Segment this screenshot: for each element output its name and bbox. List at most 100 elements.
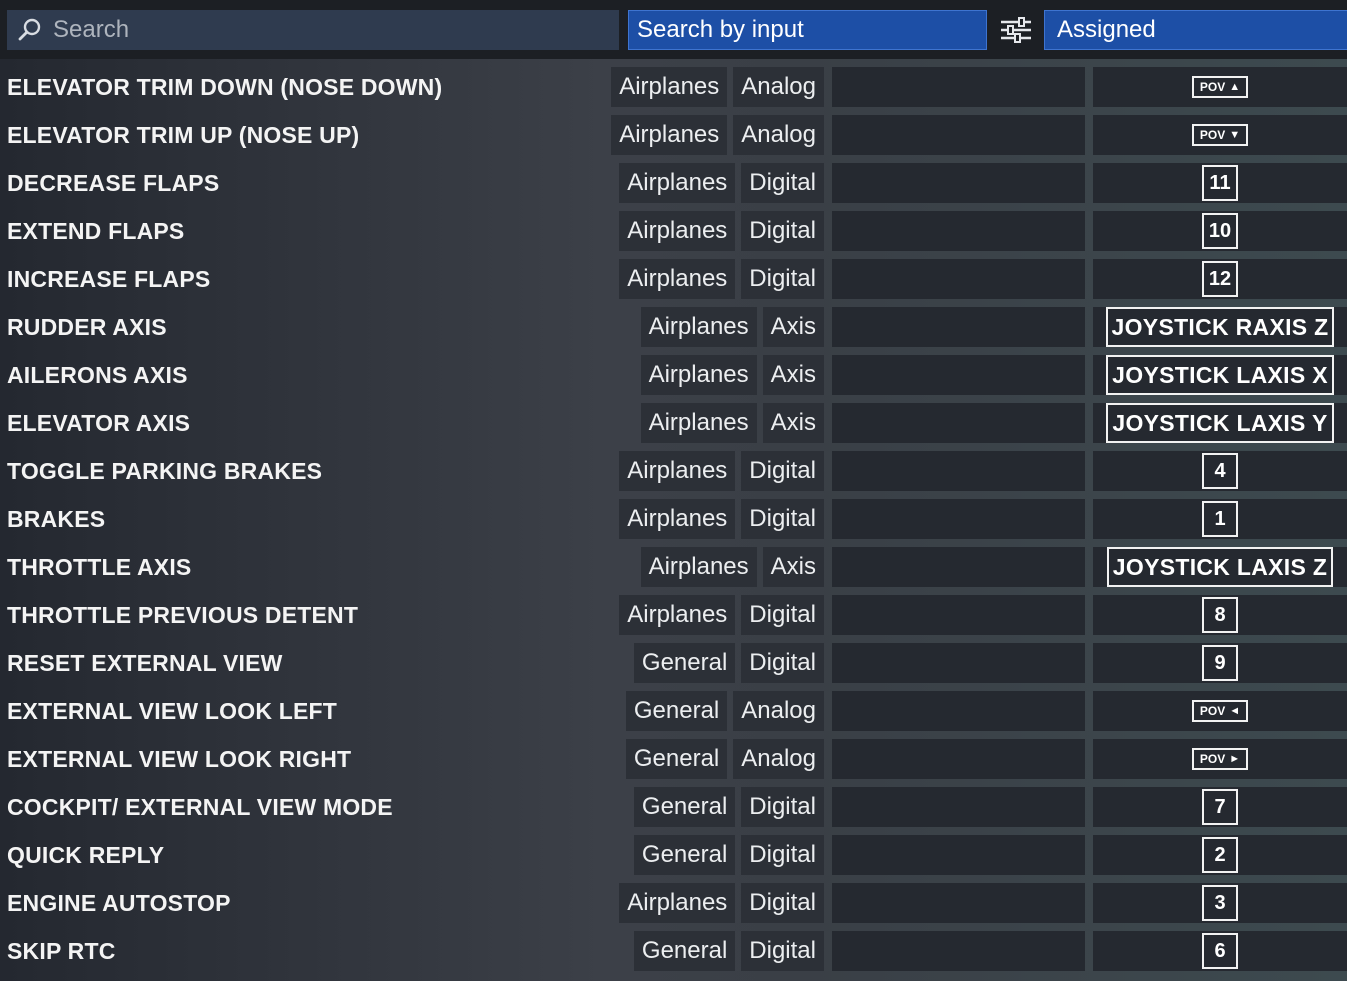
- input-type-tag: Axis: [762, 307, 824, 347]
- primary-binding-slot[interactable]: [832, 691, 1085, 731]
- action-name: DECREASE FLAPS: [7, 170, 220, 196]
- secondary-binding-slot[interactable]: 7: [1093, 787, 1347, 827]
- binding-row[interactable]: ELEVATOR TRIM DOWN (NOSE DOWN) Airplanes A…: [0, 63, 1347, 111]
- action-tags: Airplanes Axis: [640, 307, 824, 347]
- input-type-tag: Digital: [741, 883, 824, 923]
- primary-binding-slot[interactable]: [832, 115, 1085, 155]
- assigned-filter-dropdown[interactable]: Assigned: [1044, 10, 1347, 50]
- action-name: ELEVATOR TRIM DOWN (NOSE DOWN): [7, 74, 443, 100]
- secondary-binding-slot[interactable]: 4: [1093, 451, 1347, 491]
- binding-row[interactable]: COCKPIT/ EXTERNAL VIEW MODE General Digita…: [0, 783, 1347, 831]
- secondary-binding-slot[interactable]: 6: [1093, 931, 1347, 971]
- secondary-binding-slot[interactable]: 3: [1093, 883, 1347, 923]
- secondary-binding-slot[interactable]: 8: [1093, 595, 1347, 635]
- secondary-binding-slot[interactable]: POV ▼: [1093, 115, 1347, 155]
- primary-binding-slot[interactable]: [832, 547, 1085, 587]
- primary-binding-slot[interactable]: [832, 931, 1085, 971]
- binding-row[interactable]: RESET EXTERNAL VIEW General Digital 9: [0, 639, 1347, 687]
- primary-binding-slot[interactable]: [832, 883, 1085, 923]
- binding-row[interactable]: EXTERNAL VIEW LOOK RIGHT General Analog POV…: [0, 735, 1347, 783]
- search-box[interactable]: [7, 10, 619, 50]
- binding-row[interactable]: RUDDER AXIS Airplanes Axis JOYSTICK RAXIS Z: [0, 303, 1347, 351]
- action-name: TOGGLE PARKING BRAKES: [7, 458, 323, 484]
- binding-row[interactable]: ELEVATOR TRIM UP (NOSE UP) Airplanes Analo…: [0, 111, 1347, 159]
- button-key-badge: 1: [1202, 501, 1238, 537]
- primary-binding-slot[interactable]: [832, 499, 1085, 539]
- primary-binding-slot[interactable]: [832, 307, 1085, 347]
- primary-binding-slot[interactable]: [832, 835, 1085, 875]
- primary-binding-slot[interactable]: [832, 403, 1085, 443]
- primary-binding-slot[interactable]: [832, 67, 1085, 107]
- binding-row[interactable]: THROTTLE AXIS Airplanes Axis JOYSTICK LAXIS…: [0, 543, 1347, 591]
- secondary-binding-slot[interactable]: JOYSTICK RAXIS Z: [1093, 307, 1347, 347]
- primary-binding-slot[interactable]: [832, 355, 1085, 395]
- primary-binding-slot[interactable]: [832, 739, 1085, 779]
- secondary-binding-slot[interactable]: 1: [1093, 499, 1347, 539]
- primary-binding-slot[interactable]: [832, 595, 1085, 635]
- binding-row[interactable]: ENGINE AUTOSTOP Airplanes Digital 3: [0, 879, 1347, 927]
- binding-row[interactable]: DECREASE FLAPS Airplanes Digital 11: [0, 159, 1347, 207]
- binding-row[interactable]: BRAKES Airplanes Digital 1: [0, 495, 1347, 543]
- binding-row[interactable]: SKIP RTC General Digital 6: [0, 927, 1347, 975]
- category-tag: Airplanes: [619, 211, 736, 251]
- secondary-binding-slot[interactable]: 11: [1093, 163, 1347, 203]
- binding-row[interactable]: EXTERNAL VIEW LOOK LEFT General Analog POV ◄: [0, 687, 1347, 735]
- secondary-binding-slot[interactable]: JOYSTICK LAXIS X: [1093, 355, 1347, 395]
- input-type-tag: Analog: [733, 115, 824, 155]
- input-type-tag: Digital: [741, 643, 824, 683]
- secondary-binding-slot[interactable]: POV ◄: [1093, 691, 1347, 731]
- primary-binding-slot[interactable]: [832, 643, 1085, 683]
- button-key-badge: 7: [1202, 789, 1238, 825]
- pov-direction-icon: ►: [1229, 753, 1241, 765]
- primary-binding-slot[interactable]: [832, 787, 1085, 827]
- primary-binding-slot[interactable]: [832, 451, 1085, 491]
- category-tag: Airplanes: [619, 883, 736, 923]
- category-tag: Airplanes: [640, 355, 757, 395]
- binding-row[interactable]: EXTEND FLAPS Airplanes Digital 10: [0, 207, 1347, 255]
- action-tags: General Analog: [625, 739, 824, 779]
- action-tags: General Analog: [625, 691, 824, 731]
- secondary-binding-slot[interactable]: JOYSTICK LAXIS Y: [1093, 403, 1347, 443]
- search-input[interactable]: [51, 15, 595, 45]
- search-by-input-button[interactable]: Search by input: [628, 10, 987, 50]
- primary-binding-slot[interactable]: [832, 259, 1085, 299]
- action-name: ENGINE AUTOSTOP: [7, 890, 231, 916]
- primary-binding-slot[interactable]: [832, 163, 1085, 203]
- binding-row[interactable]: INCREASE FLAPS Airplanes Digital 12: [0, 255, 1347, 303]
- button-key-badge: 2: [1202, 837, 1238, 873]
- secondary-binding-slot[interactable]: 12: [1093, 259, 1347, 299]
- pov-key-badge: POV ◄: [1191, 700, 1249, 722]
- binding-row[interactable]: THROTTLE PREVIOUS DETENT Airplanes Digital…: [0, 591, 1347, 639]
- action-name: RUDDER AXIS: [7, 314, 167, 340]
- filter-settings-button[interactable]: [995, 10, 1037, 50]
- secondary-binding-slot[interactable]: 9: [1093, 643, 1347, 683]
- primary-binding-slot[interactable]: [832, 211, 1085, 251]
- secondary-binding-slot[interactable]: 10: [1093, 211, 1347, 251]
- category-tag: General: [633, 835, 736, 875]
- button-key-badge: 11: [1202, 165, 1238, 201]
- secondary-binding-slot[interactable]: POV ►: [1093, 739, 1347, 779]
- input-type-tag: Digital: [741, 163, 824, 203]
- input-type-tag: Digital: [741, 451, 824, 491]
- action-tags: Airplanes Analog: [611, 115, 824, 155]
- search-icon: [18, 18, 41, 41]
- category-tag: General: [625, 691, 728, 731]
- secondary-binding-slot[interactable]: 2: [1093, 835, 1347, 875]
- secondary-binding-slot[interactable]: POV ▲: [1093, 67, 1347, 107]
- action-tags: Airplanes Digital: [619, 259, 824, 299]
- secondary-binding-slot[interactable]: JOYSTICK LAXIS Z: [1093, 547, 1347, 587]
- pov-direction-icon: ▼: [1229, 129, 1241, 141]
- action-tags: General Digital: [633, 643, 824, 683]
- action-name: RESET EXTERNAL VIEW: [7, 650, 283, 676]
- pov-direction-icon: ▲: [1229, 81, 1241, 93]
- binding-row[interactable]: QUICK REPLY General Digital 2: [0, 831, 1347, 879]
- action-tags: Airplanes Digital: [619, 595, 824, 635]
- pov-key-badge: POV ▲: [1191, 76, 1249, 98]
- key-label: POV: [1199, 128, 1226, 142]
- binding-row[interactable]: AILERONS AXIS Airplanes Axis JOYSTICK LAXIS…: [0, 351, 1347, 399]
- action-name: BRAKES: [7, 506, 106, 532]
- category-tag: Airplanes: [640, 547, 757, 587]
- binding-row[interactable]: ELEVATOR AXIS Airplanes Axis JOYSTICK LAXIS…: [0, 399, 1347, 447]
- axis-key-badge: JOYSTICK LAXIS Z: [1106, 547, 1334, 587]
- binding-row[interactable]: TOGGLE PARKING BRAKES Airplanes Digital 4: [0, 447, 1347, 495]
